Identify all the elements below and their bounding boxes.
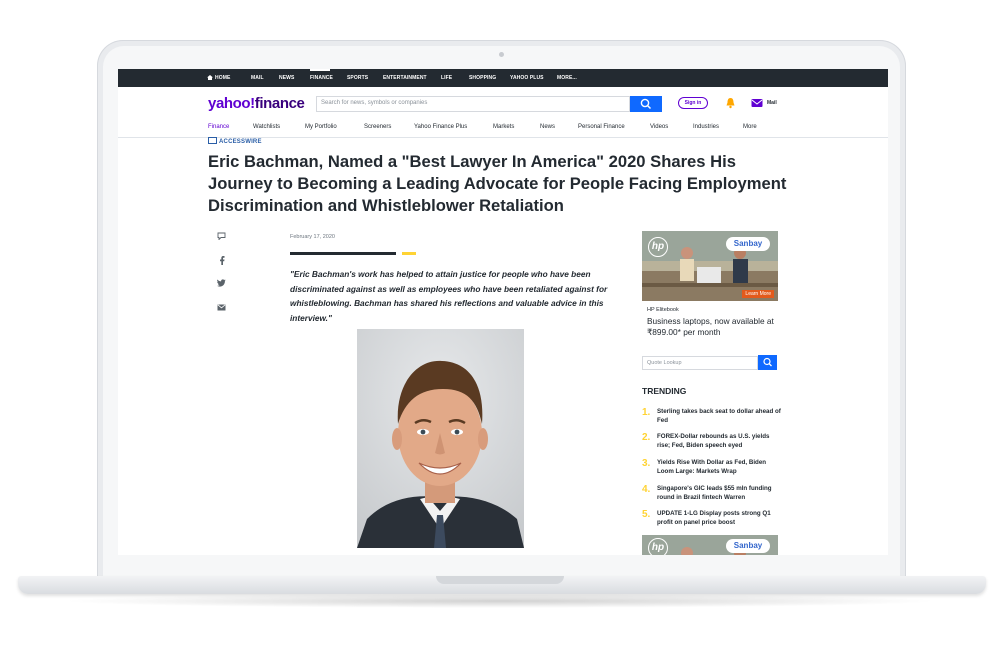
subnav-videos[interactable]: Videos <box>650 124 668 130</box>
quote-lookup-button[interactable] <box>758 355 777 370</box>
search-button[interactable] <box>630 96 662 112</box>
trending-title[interactable]: UPDATE 1-LG Display posts strong Q1 prof… <box>657 509 782 527</box>
hp-logo: hp <box>648 538 668 555</box>
trending-rank: 5. <box>642 509 651 520</box>
sign-in-button[interactable]: Sign in <box>678 97 708 109</box>
subnav-more[interactable]: More <box>743 124 757 130</box>
topnav-finance[interactable]: FINANCE <box>310 75 333 81</box>
email-share-icon[interactable] <box>217 304 226 311</box>
webcam-icon <box>499 52 504 57</box>
topnav-news[interactable]: NEWS <box>279 75 294 81</box>
search-placeholder: Search for news, symbols or companies <box>321 100 428 106</box>
search-icon <box>640 98 652 110</box>
active-tab-indicator <box>310 69 330 71</box>
trending-rank: 3. <box>642 458 651 469</box>
accesswire-logo-icon <box>208 137 217 144</box>
home-icon <box>207 75 213 80</box>
byline-divider <box>290 252 396 255</box>
hp-advertisement-bottom[interactable]: hp Sanbay <box>642 535 778 555</box>
topnav-more[interactable]: MORE... <box>557 75 577 81</box>
mail-icon[interactable] <box>751 98 763 108</box>
yahoo-finance-logo[interactable]: yahoo!finance <box>208 95 305 112</box>
ad-brand-logo: Sanbay <box>726 539 770 553</box>
trending-title[interactable]: Singapore's GIC leads $55 mln funding ro… <box>657 484 782 502</box>
search-input[interactable]: Search for news, symbols or companies <box>316 96 630 112</box>
topnav-sports[interactable]: SPORTS <box>347 75 368 81</box>
subnav-my-portfolio[interactable]: My Portfolio <box>305 124 337 130</box>
topnav-life[interactable]: LIFE <box>441 75 452 81</box>
portrait-photo <box>357 329 524 548</box>
article-lead-quote: "Eric Bachman's work has helped to attai… <box>290 269 608 323</box>
subnav-industries[interactable]: Industries <box>693 124 719 130</box>
subnav-watchlists[interactable]: Watchlists <box>253 124 280 130</box>
facebook-icon[interactable] <box>219 256 225 265</box>
hp-logo: hp <box>648 237 668 257</box>
trending-rank: 1. <box>642 407 651 418</box>
subnav-news[interactable]: News <box>540 124 555 130</box>
quote-lookup-input[interactable]: Quote Lookup <box>642 356 758 370</box>
search-icon <box>763 357 772 367</box>
ad-brand-logo: Sanbay <box>726 237 770 251</box>
ad-source[interactable]: HP Elitebook <box>647 307 679 313</box>
logo-finance-text: finance <box>254 95 305 112</box>
mail-label[interactable]: Mail <box>767 100 777 106</box>
ad-headline[interactable]: Business laptops, now available at ₹899.… <box>647 316 782 338</box>
provider-name: ACCESSWIRE <box>219 139 262 145</box>
trending-title[interactable]: Sterling takes back seat to dollar ahead… <box>657 407 782 425</box>
trending-heading: TRENDING <box>642 386 687 396</box>
top-navigation: HOME MAIL NEWS FINANCE SPORTS ENTERTAINM… <box>118 69 888 87</box>
subnav-personal-finance[interactable]: Personal Finance <box>578 124 625 130</box>
quote-lookup-placeholder: Quote Lookup <box>647 360 682 366</box>
trending-rank: 2. <box>642 432 651 443</box>
trending-title[interactable]: FOREX-Dollar rebounds as U.S. yields ris… <box>657 432 782 450</box>
byline-accent <box>402 252 416 255</box>
hp-advertisement[interactable]: hp Sanbay Learn More <box>642 231 778 301</box>
topnav-home[interactable]: HOME <box>215 75 230 81</box>
trending-rank: 4. <box>642 484 651 495</box>
provider-logo[interactable]: ACCESSWIRE <box>208 137 262 145</box>
subnav-screeners[interactable]: Screeners <box>364 124 391 130</box>
topnav-entertainment[interactable]: ENTERTAINMENT <box>383 75 427 81</box>
browser-screen: HOME MAIL NEWS FINANCE SPORTS ENTERTAINM… <box>118 69 888 555</box>
subnav-yahoo-finance-plus[interactable]: Yahoo Finance Plus <box>414 124 467 130</box>
logo-yahoo-text: yahoo! <box>208 95 255 112</box>
article-headline: Eric Bachman, Named a "Best Lawyer In Am… <box>208 152 787 215</box>
finance-subnav: Finance Watchlists My Portfolio Screener… <box>118 123 888 138</box>
topnav-shopping[interactable]: SHOPPING <box>469 75 496 81</box>
bell-icon[interactable] <box>725 97 736 109</box>
topnav-yahoo-plus[interactable]: YAHOO PLUS <box>510 75 544 81</box>
laptop-shadow <box>60 594 940 608</box>
twitter-icon[interactable] <box>217 279 226 287</box>
topnav-mail[interactable]: MAIL <box>251 75 264 81</box>
laptop-notch <box>436 576 564 584</box>
trending-title[interactable]: Yields Rise With Dollar as Fed, Biden Lo… <box>657 458 782 476</box>
subnav-finance[interactable]: Finance <box>208 124 229 130</box>
learn-more-button[interactable]: Learn More <box>742 290 774 298</box>
subnav-markets[interactable]: Markets <box>493 124 514 130</box>
comment-icon[interactable] <box>217 232 226 240</box>
article-date: February 17, 2020 <box>290 234 335 240</box>
